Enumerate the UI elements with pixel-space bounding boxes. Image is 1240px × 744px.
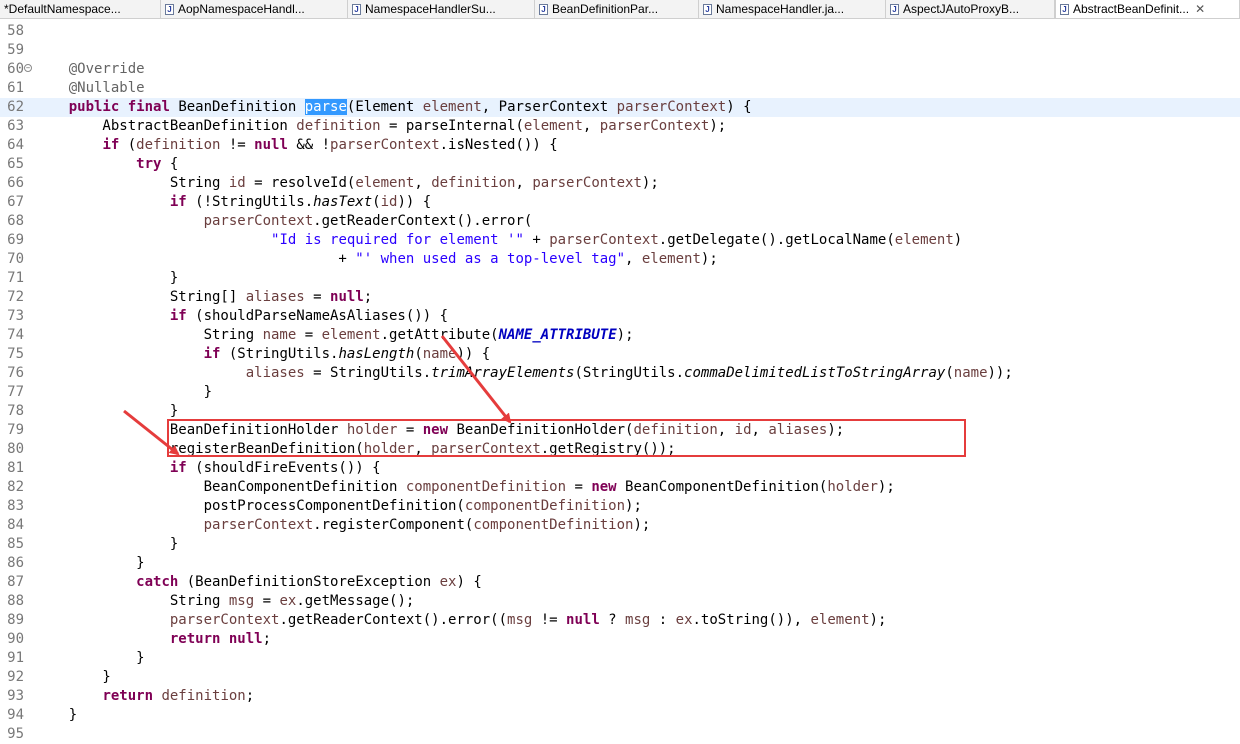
arrow-to-register-call xyxy=(123,409,180,456)
annotation-arrows xyxy=(123,335,512,456)
arrow-to-new-holder xyxy=(440,335,512,424)
